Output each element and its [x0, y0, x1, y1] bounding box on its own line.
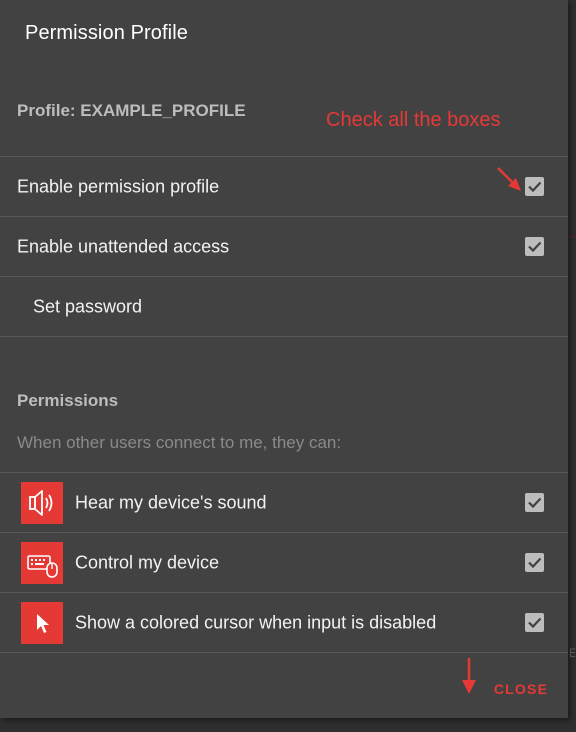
- permission-control-device-checkbox[interactable]: [525, 553, 544, 572]
- permission-profile-dialog: Permission Profile Profile: EXAMPLE_PROF…: [0, 0, 568, 718]
- permission-control-device-row[interactable]: Control my device: [0, 533, 568, 593]
- annotation-text: Check all the boxes: [326, 109, 501, 131]
- check-icon: [528, 241, 542, 253]
- permission-hear-sound-row[interactable]: Hear my device's sound: [0, 473, 568, 533]
- annotation-arrow-icon: [497, 167, 521, 191]
- enable-permission-profile-checkbox[interactable]: [525, 177, 544, 196]
- check-icon: [528, 617, 542, 629]
- check-icon: [528, 557, 542, 569]
- set-password-row[interactable]: Set password: [0, 277, 568, 337]
- permission-colored-cursor-label: Show a colored cursor when input is disa…: [75, 612, 437, 633]
- check-icon: [528, 497, 542, 509]
- divider: [0, 652, 568, 653]
- background-text-fragment: E: [569, 646, 575, 660]
- enable-permission-profile-label: Enable permission profile: [17, 176, 220, 197]
- permissions-heading: Permissions: [17, 391, 119, 410]
- check-icon: [528, 181, 542, 193]
- close-button[interactable]: CLOSE: [484, 676, 558, 702]
- enable-unattended-access-row[interactable]: Enable unattended access: [0, 217, 568, 277]
- enable-unattended-access-label: Enable unattended access: [17, 236, 230, 257]
- keyboard-mouse-icon: [21, 542, 63, 584]
- permission-colored-cursor-row[interactable]: Show a colored cursor when input is disa…: [0, 593, 568, 653]
- enable-unattended-access-checkbox[interactable]: [525, 237, 544, 256]
- permission-hear-sound-checkbox[interactable]: [525, 493, 544, 512]
- permission-colored-cursor-checkbox[interactable]: [525, 613, 544, 632]
- permissions-subtitle: When other users connect to me, they can…: [17, 433, 342, 452]
- background-app-edge: E: [568, 0, 576, 732]
- profile-name: Profile: EXAMPLE_PROFILE: [17, 101, 246, 120]
- dialog-title: Permission Profile: [25, 22, 188, 44]
- divider: [0, 336, 568, 337]
- annotation-arrow-icon: [462, 658, 476, 694]
- background-app-bottom: [0, 718, 576, 732]
- set-password-label: Set password: [33, 296, 143, 317]
- permission-hear-sound-label: Hear my device's sound: [75, 492, 267, 513]
- background-divider: [568, 236, 576, 237]
- enable-permission-profile-row[interactable]: Enable permission profile: [0, 157, 568, 217]
- permission-control-device-label: Control my device: [75, 552, 220, 573]
- speaker-icon: [21, 482, 63, 524]
- cursor-icon: [21, 602, 63, 644]
